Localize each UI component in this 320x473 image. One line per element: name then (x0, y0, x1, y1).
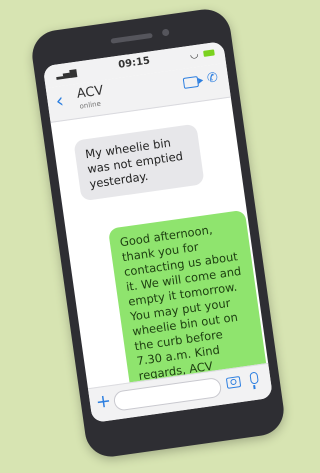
phone-screen: ▂▄▆ 09:15 ◡ ‹ ACV online ✆ My wheelie bi… (42, 41, 274, 423)
smartphone: ▂▄▆ 09:15 ◡ ‹ ACV online ✆ My wheelie bi… (29, 6, 287, 460)
message-input[interactable] (112, 376, 223, 412)
back-chevron-icon[interactable]: ‹ (54, 88, 65, 113)
contact-status: online (79, 99, 102, 111)
speaker-grille (110, 32, 153, 44)
microphone-icon[interactable] (249, 371, 259, 385)
scene: ▂▄▆ 09:15 ◡ ‹ ACV online ✆ My wheelie bi… (0, 0, 287, 473)
video-call-icon[interactable] (182, 75, 200, 89)
wifi-icon: ◡ (189, 48, 200, 61)
phone-call-icon[interactable]: ✆ (206, 70, 219, 86)
camera-icon[interactable] (225, 376, 242, 389)
incoming-message: My wheelie bin was not emptied yesterday… (73, 123, 205, 202)
plus-icon[interactable]: + (95, 390, 113, 413)
front-camera (161, 28, 170, 37)
